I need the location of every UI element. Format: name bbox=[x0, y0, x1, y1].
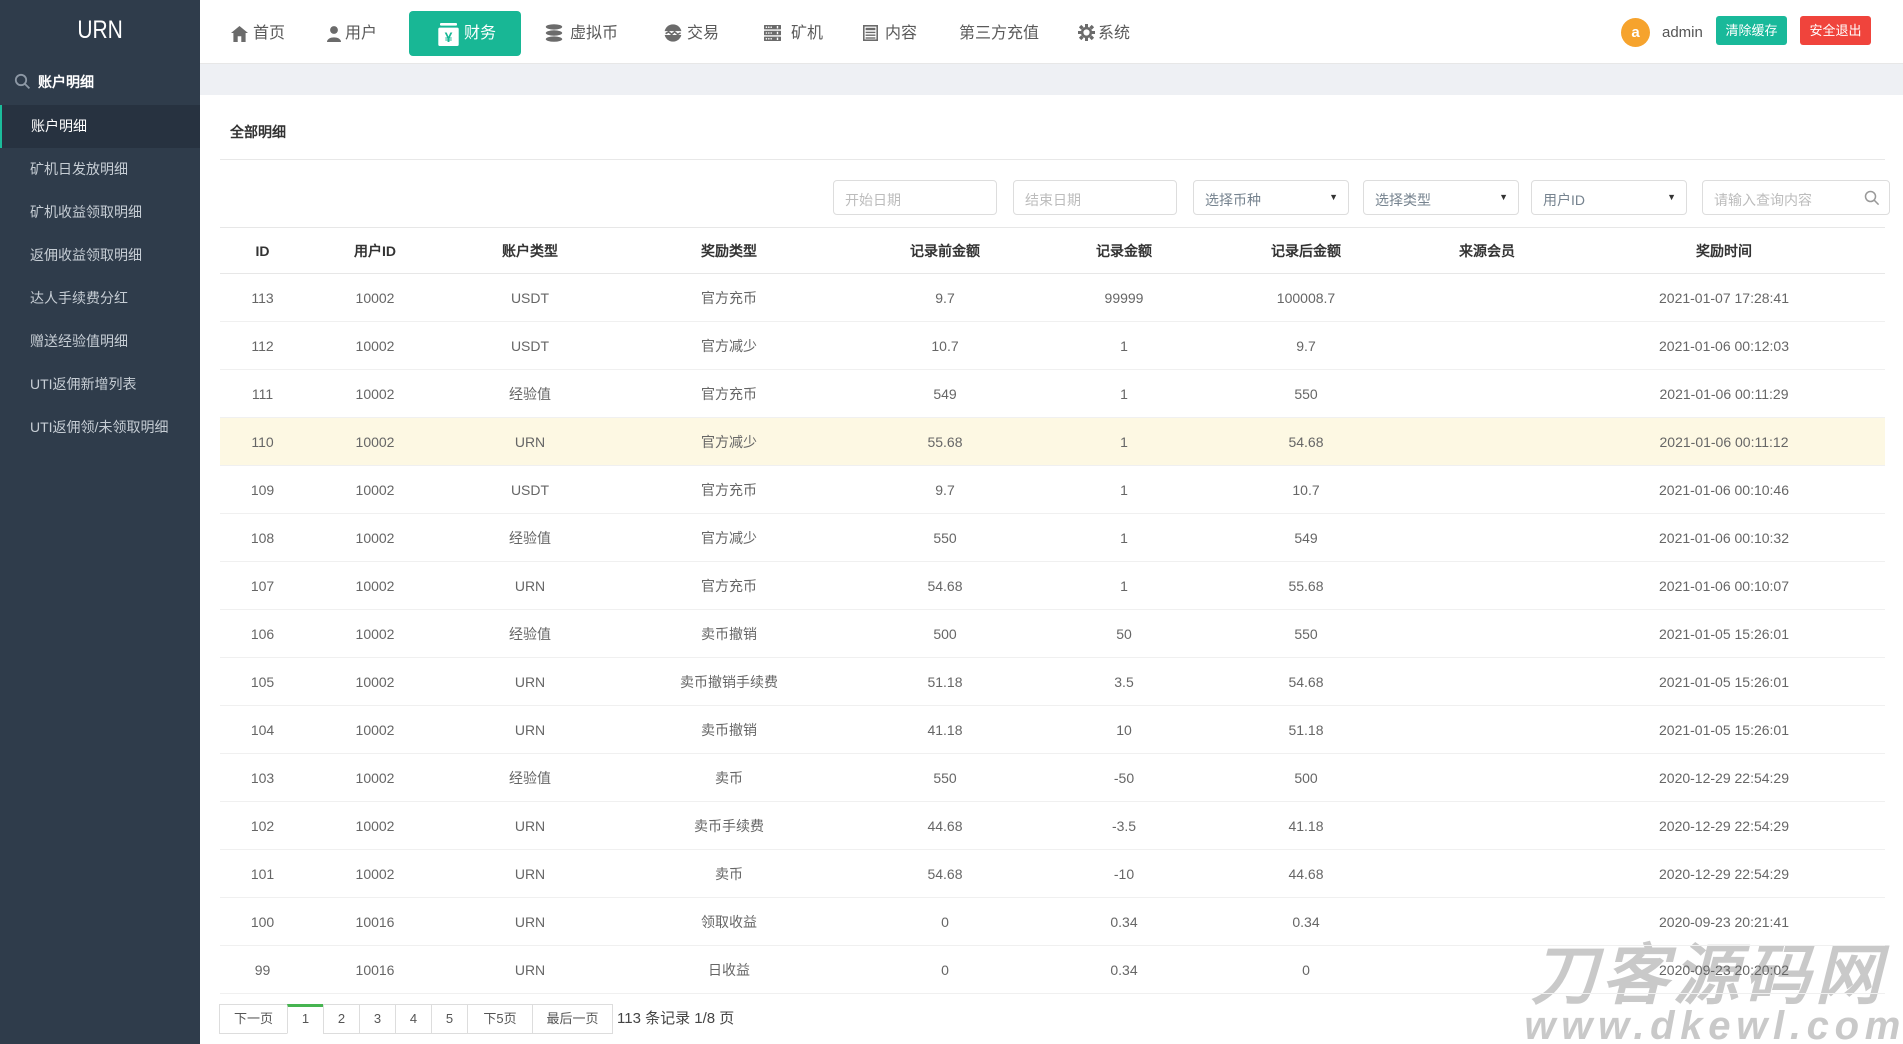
svg-text:¥: ¥ bbox=[445, 29, 453, 45]
